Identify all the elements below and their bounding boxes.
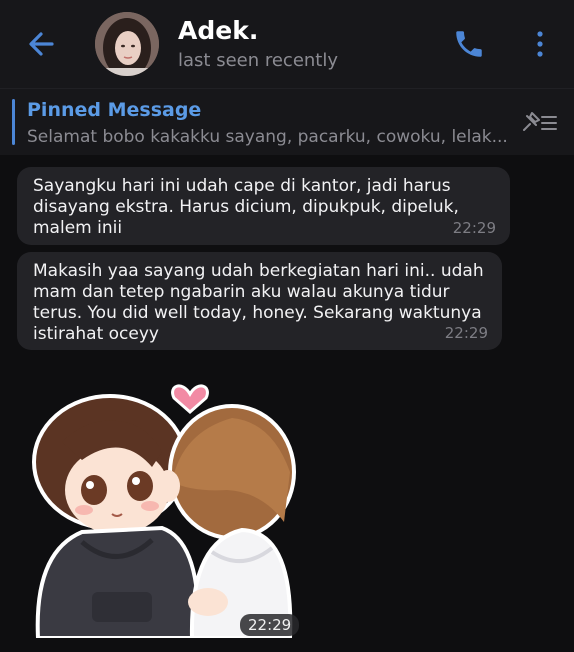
phone-icon xyxy=(456,31,482,57)
unpin-button[interactable] xyxy=(518,110,558,136)
message-time: 22:29 xyxy=(444,324,488,342)
message-bubble[interactable]: Sayangku hari ini udah cape di kantor, j… xyxy=(17,167,510,245)
pinned-message-label: Pinned Message xyxy=(27,99,202,121)
last-seen-status: last seen recently xyxy=(178,50,339,71)
message-text: Makasih yaa sayang udah berkegiatan hari… xyxy=(33,261,484,344)
call-button[interactable] xyxy=(452,27,486,61)
more-menu-button[interactable] xyxy=(532,27,548,61)
message-text: Sayangku hari ini udah cape di kantor, j… xyxy=(33,176,459,238)
unpin-icon xyxy=(523,112,557,131)
arrow-left-icon xyxy=(29,32,54,56)
back-button[interactable] xyxy=(22,26,62,62)
message-time: 22:29 xyxy=(452,219,496,237)
more-vertical-icon xyxy=(537,31,543,57)
contact-name[interactable]: Adek. xyxy=(178,16,258,45)
hug-sticker[interactable] xyxy=(22,372,322,640)
message-bubble[interactable]: Makasih yaa sayang udah berkegiatan hari… xyxy=(17,252,502,350)
sticker-time: 22:29 xyxy=(240,614,300,636)
pinned-message-text: Selamat bobo kakakku sayang, pacarku, co… xyxy=(27,127,508,147)
chat-header: Adek. last seen recently xyxy=(0,0,574,88)
pinned-indicator xyxy=(12,99,15,145)
avatar[interactable] xyxy=(95,12,159,76)
pinned-message-bar[interactable]: Pinned Message Selamat bobo kakakku saya… xyxy=(0,88,574,155)
